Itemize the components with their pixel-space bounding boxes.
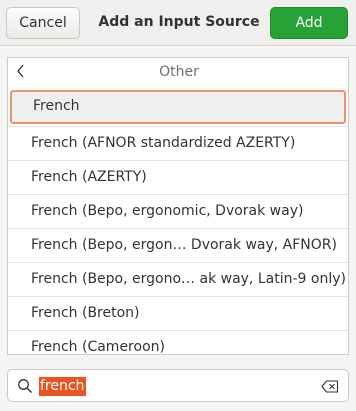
list-item-french[interactable]: French [10,90,346,124]
list-item[interactable]: French (Bepo, ergon… Dvorak way, AFNOR) [8,228,348,262]
list-back-header[interactable]: Other [8,58,348,89]
search-icon [18,379,32,393]
cancel-button[interactable]: Cancel [6,7,80,39]
dialog-header: Cancel Add an Input Source Add [0,0,356,46]
list-item[interactable]: French (Bepo, ergonomic, Dvorak way) [8,194,348,228]
list-item[interactable]: French (AFNOR standardized AZERTY) [8,126,348,160]
list-item[interactable]: French (Breton) [8,296,348,330]
input-source-list: Other French French (AFNOR standardized … [7,57,349,355]
clear-text-icon[interactable] [321,380,339,393]
add-button[interactable]: Add [270,7,348,39]
dialog-title: Add an Input Source [98,14,260,30]
list-item[interactable]: French (AZERTY) [8,160,348,194]
list-item[interactable]: French (Cameroon) [8,330,348,354]
list-header-label: Other [159,64,199,80]
search-input[interactable]: french [7,369,349,402]
search-query-text[interactable]: french [39,377,87,396]
list-item[interactable]: French (Bepo, ergono… ak way, Latin-9 on… [8,262,348,296]
